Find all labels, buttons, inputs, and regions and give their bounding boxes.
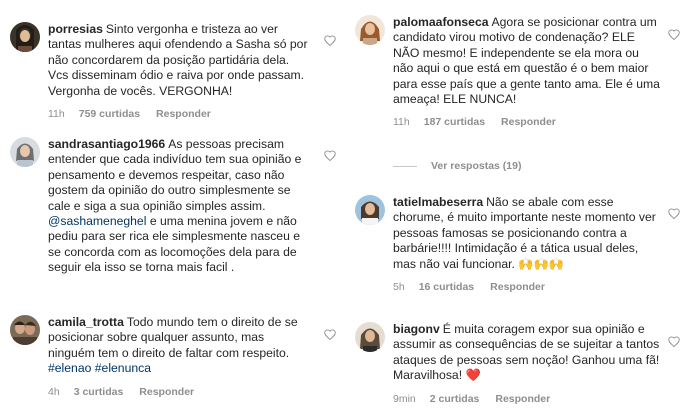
like-heart-icon[interactable] <box>668 336 680 347</box>
reply-button[interactable]: Responder <box>139 386 194 398</box>
timestamp[interactable]: 4h <box>48 386 60 398</box>
comment-meta: 5h 16 curtidas Responder <box>393 281 661 293</box>
raised-hands-emoji: 🙌🙌🙌 <box>518 256 564 271</box>
like-heart-icon[interactable] <box>324 150 336 161</box>
username[interactable]: porresias <box>48 22 103 36</box>
avatar-camila-trotta-icon <box>10 315 40 345</box>
comment-text: sandrasantiago1966 As pessoas precisam en… <box>48 137 302 275</box>
username[interactable]: sandrasantiago1966 <box>48 137 165 151</box>
username[interactable]: tatielmabeserra <box>393 195 483 209</box>
avatar[interactable] <box>355 15 385 45</box>
timestamp[interactable]: 5h <box>393 281 405 293</box>
likes-count[interactable]: 16 curtidas <box>419 281 474 293</box>
timestamp[interactable]: 11h <box>393 116 410 128</box>
like-heart-icon[interactable] <box>668 29 680 40</box>
username[interactable]: camila_trotta <box>48 315 124 329</box>
heart-emoji: ❤️ <box>465 368 481 383</box>
comment-text: tatielmabeserra Não se abale com esse cho… <box>393 195 656 271</box>
like-heart-icon[interactable] <box>668 208 680 219</box>
hashtag-links[interactable]: #elenao #elenunca <box>48 361 151 375</box>
username[interactable]: palomaafonseca <box>393 15 489 29</box>
likes-count[interactable]: 187 curtidas <box>424 116 485 128</box>
comment-meta: 4h 3 curtidas Responder <box>48 386 310 398</box>
likes-count[interactable]: 2 curtidas <box>430 393 480 405</box>
comment-meta: 11h 759 curtidas Responder <box>48 108 310 120</box>
comment-text: palomaafonseca Agora se posicionar contra… <box>393 15 660 107</box>
avatar-tatielmabeserra-icon <box>355 195 385 225</box>
timestamp[interactable]: 11h <box>48 108 65 120</box>
column-divider <box>343 0 344 409</box>
comment-meta: 9min 2 curtidas Responder <box>393 393 661 405</box>
reply-button[interactable]: Responder <box>495 393 550 405</box>
username[interactable]: biagonv <box>393 322 440 336</box>
like-heart-icon[interactable] <box>324 35 336 46</box>
likes-count[interactable]: 3 curtidas <box>74 386 124 398</box>
comment-meta: 11h 187 curtidas Responder <box>393 116 661 128</box>
avatar-palomaafonseca-icon <box>355 15 385 45</box>
reply-button[interactable]: Responder <box>501 116 556 128</box>
mention-link[interactable]: @sashameneghel <box>48 214 146 228</box>
avatar[interactable] <box>10 137 40 167</box>
timestamp[interactable]: 9min <box>393 393 416 405</box>
like-heart-icon[interactable] <box>324 329 336 340</box>
avatar[interactable] <box>355 195 385 225</box>
avatar[interactable] <box>355 322 385 352</box>
avatar[interactable] <box>10 315 40 345</box>
avatar-biagonv-icon <box>355 322 385 352</box>
likes-count[interactable]: 759 curtidas <box>79 108 140 120</box>
reply-button[interactable]: Responder <box>490 281 545 293</box>
comment-text: biagonv É muita coragem expor sua opinião… <box>393 322 660 383</box>
avatar[interactable] <box>10 22 40 52</box>
replies-dash <box>393 165 417 167</box>
reply-button[interactable]: Responder <box>156 108 211 120</box>
comment-text: camila_trotta Todo mundo tem o direito de… <box>48 315 298 376</box>
comment-text: porresias Sinto vergonha e tristeza ao ve… <box>48 22 308 98</box>
avatar-sandrasantiago1966-icon <box>10 137 40 167</box>
avatar-porresias-icon <box>10 22 40 52</box>
view-replies-button[interactable]: Ver respostas (19) <box>393 160 521 172</box>
